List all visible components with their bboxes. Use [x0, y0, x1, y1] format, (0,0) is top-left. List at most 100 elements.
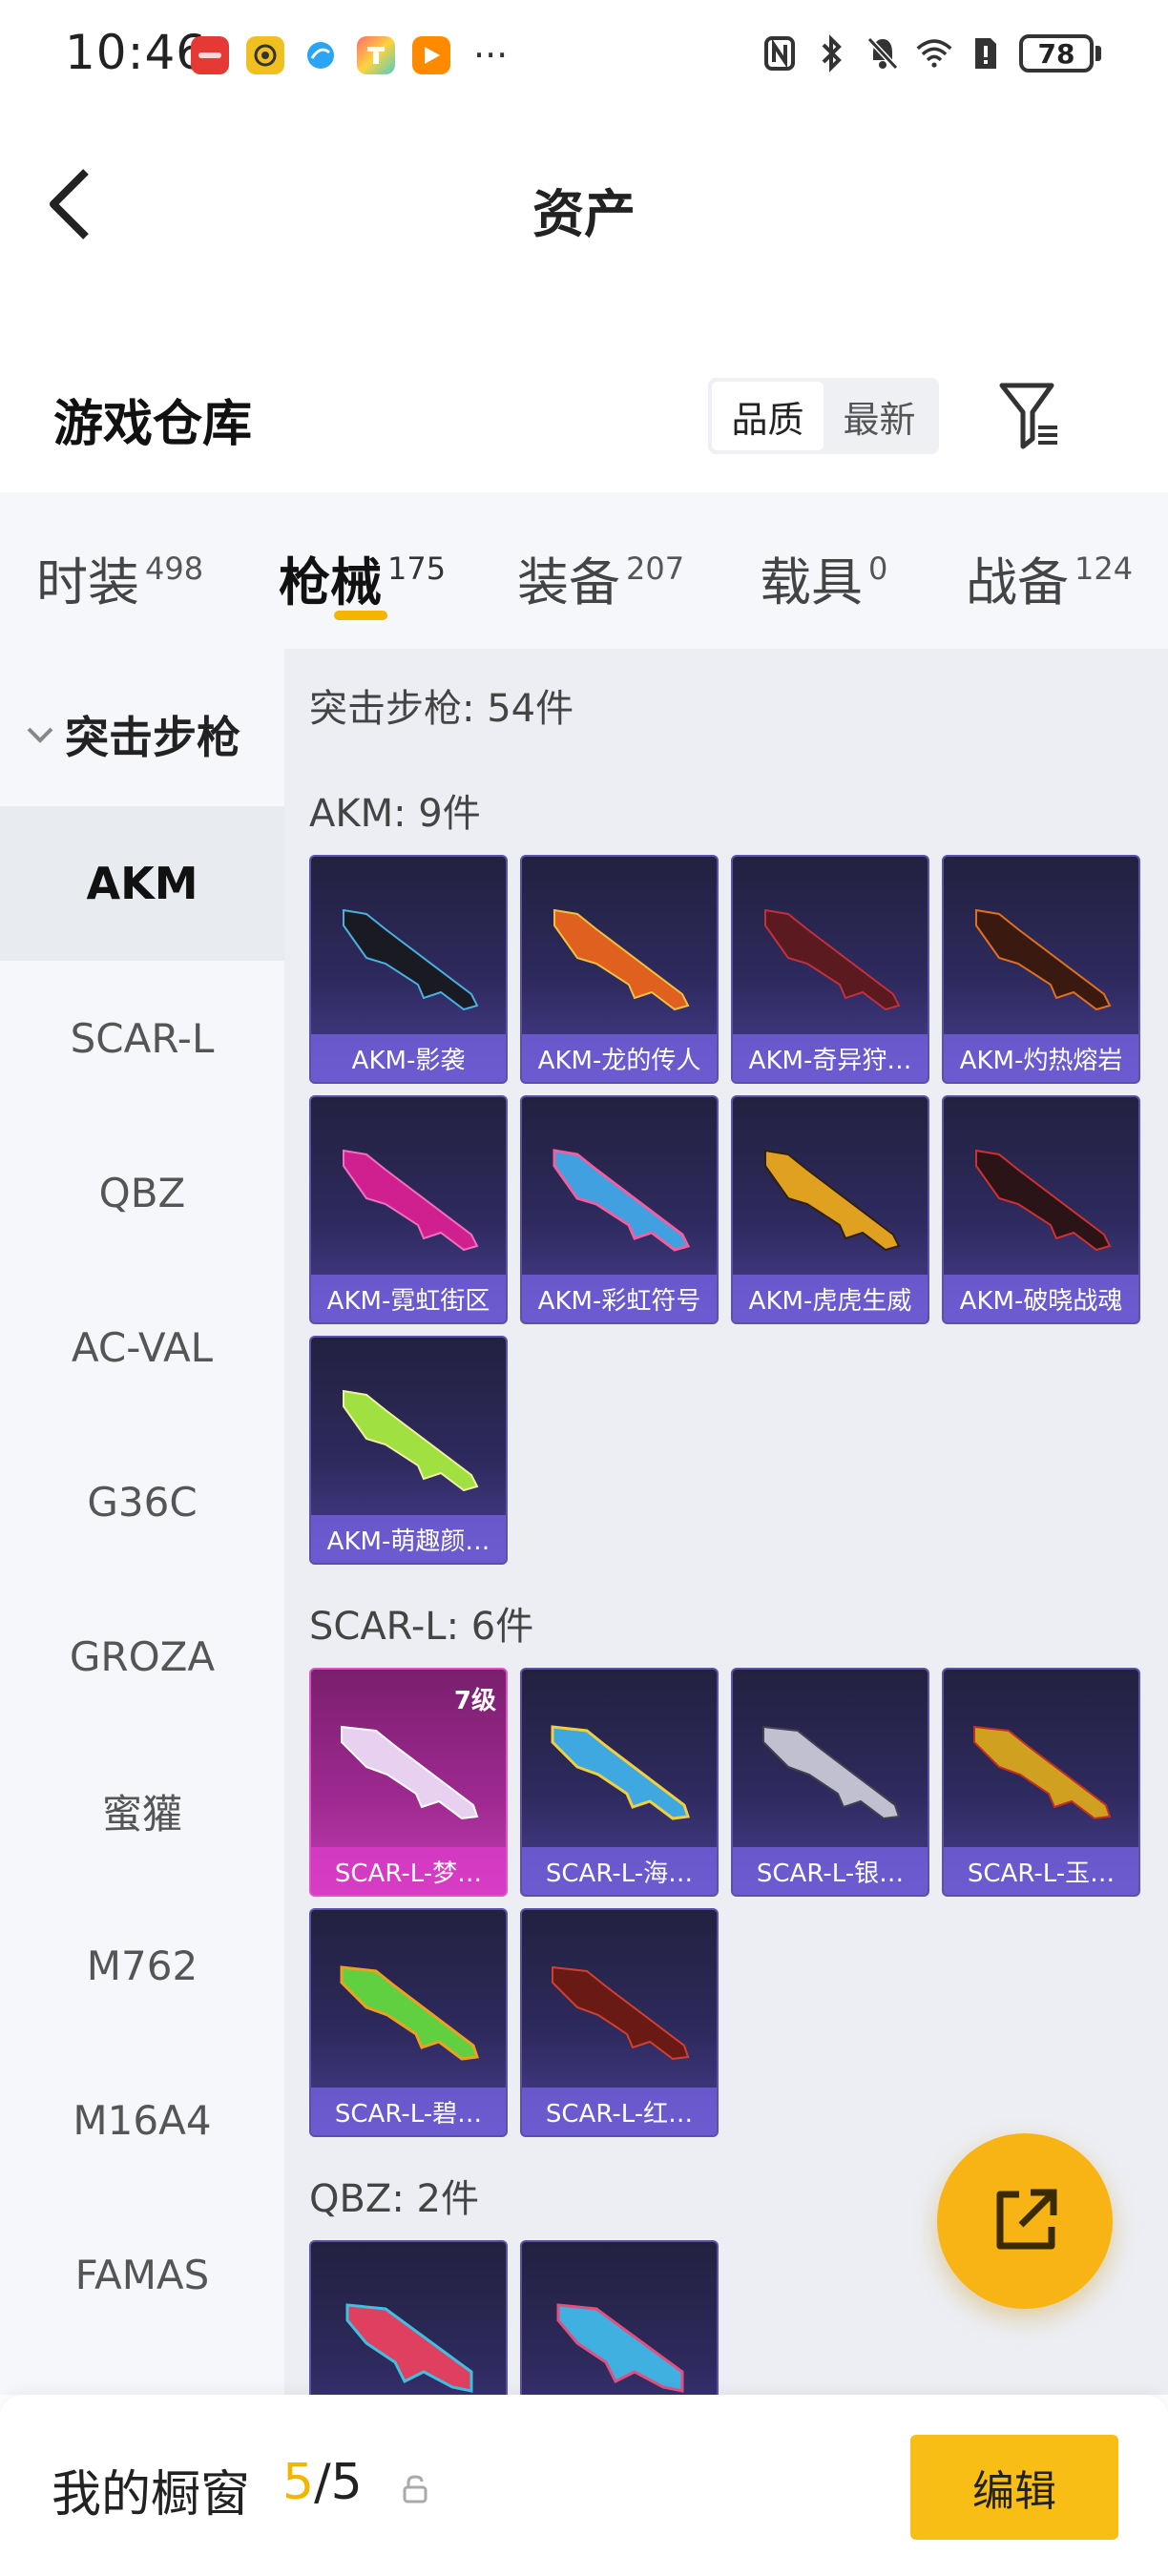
rifle-icon: [345, 2303, 473, 2393]
section-title-qbz: QBZ: 2件: [309, 2177, 479, 2221]
skin-card[interactable]: AKM-影袭: [309, 855, 508, 1084]
rifle-icon: [973, 1725, 1112, 1820]
rifle-icon: [552, 1965, 690, 2061]
tab-count: 0: [868, 551, 888, 587]
skin-name: AKM-萌趣颜…: [311, 1515, 506, 1563]
section-title-akm: AKM: 9件: [309, 792, 481, 836]
skin-card[interactable]: SCAR-L-银…: [731, 1668, 929, 1897]
sidebar-item-ac-val[interactable]: AC-VAL: [0, 1270, 284, 1424]
skin-name: SCAR-L-海…: [522, 1847, 717, 1895]
status-time: 10:46: [65, 25, 208, 80]
tab-label: 战备: [966, 552, 1069, 613]
skin-card[interactable]: AKM-灼热熔岩: [942, 855, 1140, 1084]
rifle-icon: [764, 908, 901, 1011]
more-notifications-icon: ···: [473, 34, 509, 76]
skin-name: AKM-虎虎生威: [733, 1275, 928, 1322]
rifle-icon: [341, 1725, 479, 1820]
skin-card[interactable]: AKM-彩虹符号: [520, 1095, 719, 1324]
wifi-icon: [916, 34, 952, 73]
rifle-icon: [343, 1389, 479, 1492]
skin-card[interactable]: SCAR-L-红…: [520, 1908, 719, 2137]
skin-name: AKM-影袭: [311, 1034, 506, 1082]
skin-name: SCAR-L-玉…: [944, 1847, 1138, 1895]
skin-name: AKM-彩虹符号: [522, 1275, 717, 1322]
skin-name: AKM-霓虹街区: [311, 1275, 506, 1322]
filter-icon: [999, 383, 1057, 449]
sidebar-item-famas[interactable]: FAMAS: [0, 2197, 284, 2352]
skin-name: AKM-灼热熔岩: [944, 1034, 1138, 1082]
rifle-icon: [551, 1725, 691, 1820]
tab-fashion[interactable]: 时装 498: [36, 540, 203, 615]
skin-card[interactable]: AKM-虎虎生威: [731, 1095, 929, 1324]
filter-button[interactable]: [998, 380, 1065, 452]
page-title: 资产: [532, 184, 636, 244]
sidebar-group-assault-rifles[interactable]: 突击步枪: [0, 687, 284, 782]
sidebar-item-m16a4[interactable]: M16A4: [0, 2043, 284, 2197]
tab-firearms[interactable]: 枪械 175: [279, 540, 446, 615]
tab-vehicles[interactable]: 载具 0: [760, 540, 887, 615]
rifle-icon: [343, 908, 479, 1011]
sort-option-latest[interactable]: 最新: [824, 382, 935, 450]
sidebar-item-g36c[interactable]: G36C: [0, 1424, 284, 1579]
skin-card[interactable]: 7级 SCAR-L-梦…: [309, 1668, 508, 1897]
tab-equipment[interactable]: 装备 207: [517, 540, 684, 615]
tab-label: 时装: [36, 552, 139, 613]
battery-indicator: 78: [1019, 34, 1101, 73]
skin-card[interactable]: AKM-龙的传人: [520, 855, 719, 1084]
sidebar-item-honey-badger[interactable]: 蜜獾: [0, 1734, 284, 1888]
sidebar-item-qbz[interactable]: QBZ: [0, 1115, 284, 1270]
tab-label: 载具: [760, 552, 863, 613]
external-link-icon: [996, 2189, 1057, 2250]
browser-app-icon: [302, 36, 340, 74]
skin-name: AKM-破晓战魂: [944, 1275, 1138, 1322]
skin-card[interactable]: AKM-萌趣颜…: [309, 1336, 508, 1565]
sidebar-item-akm[interactable]: AKM: [0, 806, 284, 961]
showcase-separator: /: [314, 2454, 331, 2511]
edit-button[interactable]: 编辑: [910, 2435, 1118, 2540]
mute-bell-icon: [865, 34, 901, 73]
sidebar-item-scar-l[interactable]: SCAR-L: [0, 961, 284, 1115]
weapon-list: 突击步枪: 54件 AKM: 9件 AKM-影袭 AKM-龙的传人 AKM-奇异…: [284, 649, 1168, 2395]
tab-count: 207: [626, 551, 685, 587]
showcase-total: 5: [330, 2454, 363, 2511]
warehouse-title: 游戏仓库: [53, 396, 253, 453]
skin-card[interactable]: SCAR-L-碧…: [309, 1908, 508, 2137]
tab-label: 装备: [517, 552, 620, 613]
system-status-icons: 78: [761, 34, 1101, 73]
skin-card[interactable]: AKM-奇异狩…: [731, 855, 929, 1084]
skin-card[interactable]: [520, 2240, 719, 2395]
skin-card[interactable]: AKM-破晓战魂: [942, 1095, 1140, 1324]
rifle-icon: [762, 1725, 901, 1820]
sidebar-item-m762[interactable]: M762: [0, 1888, 284, 2043]
showcase-count: 5/5: [282, 2454, 363, 2511]
skin-card[interactable]: SCAR-L-玉…: [942, 1668, 1140, 1897]
skin-name: AKM-奇异狩…: [733, 1034, 928, 1082]
rifle-icon: [553, 1149, 691, 1252]
skin-card[interactable]: AKM-霓虹街区: [309, 1095, 508, 1324]
skin-card[interactable]: [309, 2240, 508, 2395]
chevron-down-icon: [27, 727, 53, 743]
skin-name: SCAR-L-红…: [522, 2088, 717, 2135]
rifle-icon: [340, 1965, 480, 2061]
tile-app-icon: [357, 36, 395, 74]
skin-name: SCAR-L-梦…: [311, 1847, 506, 1895]
sidebar-item-groza[interactable]: GROZA: [0, 1579, 284, 1734]
share-button[interactable]: [937, 2133, 1113, 2309]
section-title-scar-l: SCAR-L: 6件: [309, 1605, 534, 1649]
rifle-icon: [764, 1149, 901, 1252]
skin-card[interactable]: SCAR-L-海…: [520, 1668, 719, 1897]
rifle-icon: [556, 2303, 684, 2393]
tab-count: 498: [145, 551, 204, 587]
tab-combat-gear[interactable]: 战备 124: [966, 540, 1133, 615]
rifle-icon: [975, 1149, 1112, 1252]
camera-app-icon: [246, 36, 284, 74]
battery-level: 78: [1019, 34, 1094, 73]
bluetooth-icon: [813, 34, 849, 73]
tab-count: 175: [387, 551, 447, 587]
showcase-used: 5: [282, 2454, 315, 2511]
sort-option-quality[interactable]: 品质: [712, 382, 824, 450]
lock-icon: [403, 2475, 428, 2503]
skin-name: SCAR-L-银…: [733, 1847, 928, 1895]
showcase-bar: 我的橱窗 5/5 编辑: [0, 2395, 1168, 2576]
skin-name: SCAR-L-碧…: [311, 2088, 506, 2135]
